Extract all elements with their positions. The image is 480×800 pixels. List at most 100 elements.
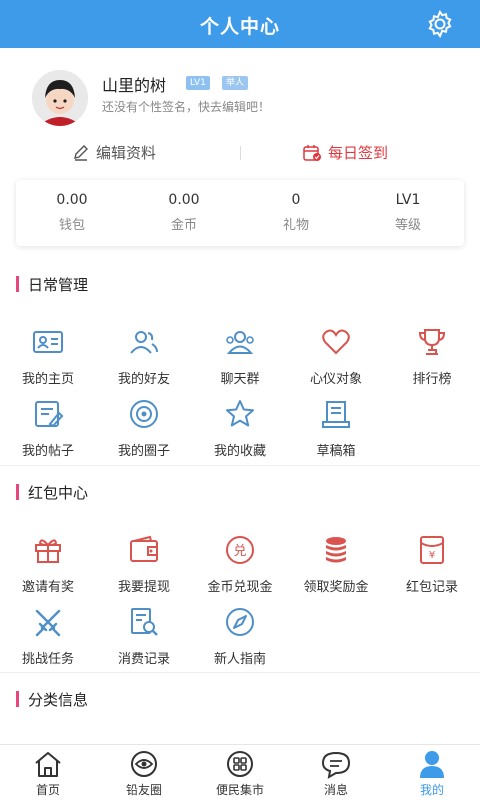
tile-my-favorites[interactable]: 我的收藏 xyxy=(192,396,288,464)
tile-coin-exchange[interactable]: 兑 金币兑现金 xyxy=(192,532,288,600)
gift-icon xyxy=(35,539,61,563)
gear-icon[interactable] xyxy=(424,8,456,40)
tab-market[interactable]: 便民集市 xyxy=(192,745,288,800)
tile-my-circles[interactable]: 我的圈子 xyxy=(96,396,192,464)
stat-coins[interactable]: 0.00 金币 xyxy=(128,192,240,233)
stat-value: 0 xyxy=(291,192,301,208)
tab-messages[interactable]: 消息 xyxy=(288,745,384,800)
stat-label: 钱包 xyxy=(58,218,85,233)
user-name: 山里的树 xyxy=(102,76,167,95)
tile-claim-bonus[interactable]: 领取奖励金 xyxy=(288,532,384,600)
signature-text[interactable]: 还没有个性签名，快去编辑吧！ xyxy=(102,98,270,115)
level-badge: LV1 xyxy=(186,76,210,90)
tile-label: 红包记录 xyxy=(405,580,458,595)
daily-checkin-button[interactable]: 每日签到 xyxy=(302,142,388,163)
stat-value: 0.00 xyxy=(168,192,200,208)
tile-label: 新人指南 xyxy=(213,652,266,667)
stat-label: 金币 xyxy=(170,218,197,233)
tile-label: 聊天群 xyxy=(220,372,260,387)
pencil-icon xyxy=(74,144,88,161)
circle-icon xyxy=(130,400,158,428)
header: 个人中心 xyxy=(0,0,480,48)
tile-label: 我的主页 xyxy=(21,372,74,387)
section-title: 日常管理 xyxy=(28,276,89,294)
stat-value: 0.00 xyxy=(56,192,88,208)
group-icon xyxy=(226,331,254,354)
tile-label: 心仪对象 xyxy=(309,372,362,387)
tile-label: 草稿箱 xyxy=(316,444,356,459)
user-icon xyxy=(420,751,444,778)
tab-label: 便民集市 xyxy=(215,783,264,797)
section-accent-bar xyxy=(16,484,19,500)
svg-text:¥: ¥ xyxy=(429,550,435,561)
tile-label: 我的帖子 xyxy=(21,444,74,459)
tile-label: 金币兑现金 xyxy=(207,580,273,595)
section-title: 分类信息 xyxy=(28,691,89,709)
avatar[interactable] xyxy=(32,70,88,126)
section-title: 红包中心 xyxy=(28,484,89,502)
tile-chat-group[interactable]: 聊天群 xyxy=(192,324,288,392)
coin-stack-icon xyxy=(326,537,346,563)
tile-newbie-guide[interactable]: 新人指南 xyxy=(192,604,288,672)
tile-label: 我的好友 xyxy=(117,372,170,387)
tile-label: 我的圈子 xyxy=(117,444,170,459)
tile-invite-reward[interactable]: 邀请有奖 xyxy=(0,532,96,600)
tile-my-posts[interactable]: 我的帖子 xyxy=(0,396,96,464)
stat-label: 等级 xyxy=(394,218,421,233)
tile-withdraw[interactable]: 我要提现 xyxy=(96,532,192,600)
tab-mine[interactable]: 我的 xyxy=(384,745,480,800)
tab-label: 铅友圈 xyxy=(125,783,162,797)
tile-my-homepage[interactable]: 我的主页 xyxy=(0,324,96,392)
tile-label: 挑战任务 xyxy=(21,652,74,667)
tile-spending-record[interactable]: 消费记录 xyxy=(96,604,192,672)
stat-label: 礼物 xyxy=(282,218,309,233)
red-envelope-icon: ¥ xyxy=(420,536,444,564)
id-card-icon xyxy=(33,331,63,353)
tile-ranking[interactable]: 排行榜 xyxy=(384,324,480,392)
receipt-search-icon xyxy=(131,608,158,636)
edit-profile-label: 编辑资料 xyxy=(96,144,157,162)
stats-card: 0.00 钱包 0.00 金币 0 礼物 LV1 等级 xyxy=(16,180,464,246)
crossed-swords-icon xyxy=(35,609,61,637)
svg-text:兑: 兑 xyxy=(233,544,246,559)
trophy-icon xyxy=(418,329,446,355)
role-badge: 举人 xyxy=(222,76,249,90)
tile-redpacket-record[interactable]: ¥ 红包记录 xyxy=(384,532,480,600)
section-accent-bar xyxy=(16,276,19,292)
page-title: 个人中心 xyxy=(199,16,280,38)
section-category-header: 分类信息 xyxy=(0,683,480,713)
tile-crush[interactable]: 心仪对象 xyxy=(288,324,384,392)
tile-challenge-task[interactable]: 挑战任务 xyxy=(0,604,96,672)
avatar-image xyxy=(32,70,88,126)
edit-note-icon xyxy=(35,401,64,428)
tile-label: 我的收藏 xyxy=(213,444,266,459)
section-redpacket-header: 红包中心 xyxy=(0,476,480,506)
edit-profile-button[interactable]: 编辑资料 xyxy=(72,142,156,163)
stat-gifts[interactable]: 0 礼物 xyxy=(240,192,352,233)
wallet-icon xyxy=(130,535,158,562)
heart-icon xyxy=(322,329,350,355)
stat-wallet[interactable]: 0.00 钱包 xyxy=(16,192,128,233)
home-icon xyxy=(35,752,61,777)
tile-label: 消费记录 xyxy=(117,652,170,667)
section-divider xyxy=(0,672,480,673)
tile-label: 邀请有奖 xyxy=(21,580,74,595)
tile-my-friends[interactable]: 我的好友 xyxy=(96,324,192,392)
section-divider xyxy=(0,465,480,466)
tab-circle[interactable]: 铅友圈 xyxy=(96,745,192,800)
star-icon xyxy=(226,400,254,427)
tile-drafts[interactable]: 草稿箱 xyxy=(288,396,384,464)
tile-label: 排行榜 xyxy=(412,372,452,387)
tab-label: 消息 xyxy=(323,783,348,797)
tile-label: 领取奖励金 xyxy=(303,580,369,595)
eye-circle-icon xyxy=(131,751,157,777)
calendar-check-icon xyxy=(303,144,321,161)
tab-label: 我的 xyxy=(419,783,444,797)
actions-divider xyxy=(240,146,241,160)
tab-home[interactable]: 首页 xyxy=(0,745,96,800)
drafts-icon xyxy=(322,401,350,428)
chat-bubble-icon xyxy=(321,751,351,779)
bottom-tab-bar: 首页 铅友圈 便民集市 消息 我的 xyxy=(0,744,480,800)
stat-level[interactable]: LV1 等级 xyxy=(352,192,464,233)
grid-apps-icon xyxy=(227,751,253,777)
